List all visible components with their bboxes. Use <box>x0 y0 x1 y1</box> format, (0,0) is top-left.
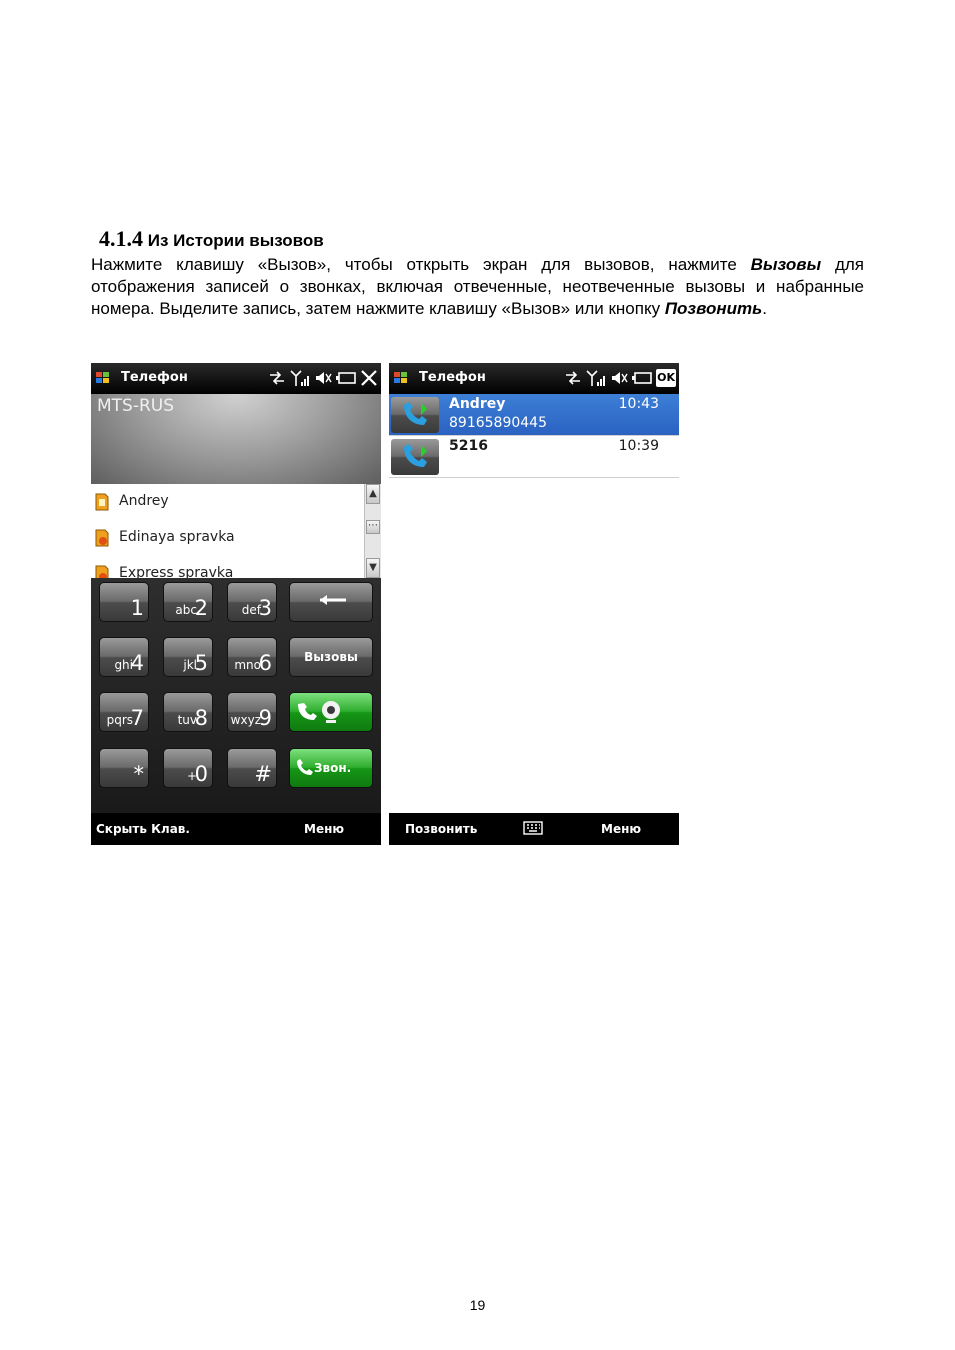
sim-contact-icon <box>95 529 109 547</box>
battery-icon[interactable] <box>336 371 356 385</box>
call-record[interactable]: Andrey 89165890445 10:43 <box>389 394 679 436</box>
instruction-paragraph: Нажмите клавишу «Вызов», чтобы открыть э… <box>91 254 864 320</box>
carrier-name: MTS-RUS <box>97 396 175 416</box>
outgoing-call-icon <box>404 402 427 425</box>
scroll-up-arrow-icon[interactable]: ▲ <box>366 484 380 504</box>
key-7[interactable]: pqrs 7 <box>99 692 149 732</box>
key-2[interactable]: abc 2 <box>163 582 213 622</box>
backspace-button[interactable] <box>289 582 373 622</box>
backspace-arrow-icon <box>320 595 346 605</box>
contact-suggestions: Andrey Edinaya spravka Express spravka ▲… <box>91 484 381 578</box>
section-title: Из Истории вызовов <box>147 231 324 250</box>
section-heading: 4.1.4 Из Истории вызовов <box>99 226 324 252</box>
close-icon[interactable] <box>360 369 378 387</box>
status-bar: Телефон <box>91 363 381 394</box>
call-type-tile <box>391 397 439 433</box>
paragraph-text: . <box>762 299 767 318</box>
call-record-time: 10:39 <box>618 438 659 454</box>
scroll-thumb[interactable]: ⋯ <box>366 520 380 534</box>
key-9[interactable]: wxyz 9 <box>227 692 277 732</box>
video-call-icon <box>298 701 340 723</box>
key-8[interactable]: tuv 8 <box>163 692 213 732</box>
key-3[interactable]: def 3 <box>227 582 277 622</box>
battery-icon[interactable] <box>632 371 652 385</box>
call-history-list: Andrey 89165890445 10:43 5216 10:39 <box>389 394 679 813</box>
key-0[interactable]: +0 <box>163 748 213 788</box>
softkey-menu[interactable]: Меню <box>601 822 641 836</box>
calls-history-button[interactable]: Вызовы <box>289 637 373 677</box>
call-record-name: Andrey <box>449 396 506 412</box>
list-item[interactable]: Express spravka <box>91 556 363 578</box>
paragraph-bold-call: Позвонить <box>664 299 763 318</box>
softkey-bar: Позвонить Меню <box>389 813 679 845</box>
call-record-number: 89165890445 <box>449 415 547 431</box>
sim-contact-icon <box>95 493 109 511</box>
page-number: 19 <box>469 1297 486 1313</box>
windows-flag-icon[interactable] <box>95 370 111 386</box>
contact-name: Andrey <box>119 493 169 509</box>
volume-muted-icon[interactable] <box>314 369 332 387</box>
signal-icon[interactable] <box>290 369 310 387</box>
key-4[interactable]: ghi 4 <box>99 637 149 677</box>
list-item[interactable]: Edinaya spravka <box>91 520 363 556</box>
signal-icon[interactable] <box>586 369 606 387</box>
contact-name: Express spravka <box>119 565 234 578</box>
windows-flag-icon[interactable] <box>393 370 409 386</box>
ok-button[interactable]: OK <box>656 369 676 387</box>
phone-screen-call-history: Телефон OK Andrey 89165890445 10:43 5216… <box>389 363 679 845</box>
call-record[interactable]: 5216 10:39 <box>389 436 679 478</box>
paragraph-bold-calls: Вызовы <box>750 255 822 274</box>
sim-contact-icon <box>95 565 109 578</box>
softkey-menu[interactable]: Меню <box>304 822 344 836</box>
phone-screen-dialer: Телефон MTS-RUS Andrey Edinaya spravka E… <box>91 363 381 845</box>
softkey-bar: Скрыть Клав. Меню <box>91 813 381 845</box>
video-call-button[interactable] <box>289 692 373 732</box>
call-button[interactable]: Звон. <box>289 748 373 788</box>
connectivity-icon[interactable] <box>564 369 582 387</box>
call-type-tile <box>391 439 439 475</box>
key-hash[interactable]: # <box>227 748 277 788</box>
key-star[interactable]: * <box>99 748 149 788</box>
softkey-hide-keypad[interactable]: Скрыть Клав. <box>96 822 190 836</box>
app-title: Телефон <box>121 370 188 385</box>
connectivity-icon[interactable] <box>268 369 286 387</box>
volume-muted-icon[interactable] <box>610 369 628 387</box>
app-title: Телефон <box>419 370 486 385</box>
call-record-name: 5216 <box>449 438 488 454</box>
carrier-banner: MTS-RUS <box>91 394 381 484</box>
section-number: 4.1.4 <box>99 226 143 251</box>
paragraph-text: Нажмите клавишу «Вызов», чтобы открыть э… <box>91 255 751 274</box>
list-item[interactable]: Andrey <box>91 484 363 520</box>
scroll-down-arrow-icon[interactable]: ▼ <box>366 558 380 578</box>
softkey-call[interactable]: Позвонить <box>405 822 477 836</box>
scrollbar[interactable]: ▲ ⋯ ▼ <box>364 484 381 578</box>
keyboard-icon[interactable] <box>523 821 543 835</box>
key-6[interactable]: mno 6 <box>227 637 277 677</box>
contact-name: Edinaya spravka <box>119 529 235 545</box>
outgoing-call-icon <box>404 444 427 467</box>
call-record-time: 10:43 <box>618 396 659 412</box>
status-bar: Телефон OK <box>389 363 679 394</box>
dial-keypad: 1 abc 2 def 3 ghi 4 jkl 5 mno 6 Вызовы pqrs 7 … <box>91 578 381 813</box>
key-1[interactable]: 1 <box>99 582 149 622</box>
key-5[interactable]: jkl 5 <box>163 637 213 677</box>
